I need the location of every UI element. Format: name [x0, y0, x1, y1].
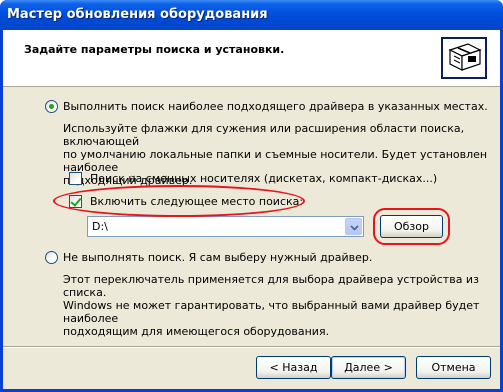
dialog-body: Задайте параметры поиска и установки. Вы…: [3, 30, 500, 389]
manual-radio-label[interactable]: Не выполнять поиск. Я сам выберу нужный …: [63, 251, 372, 264]
footer-separator: [3, 346, 500, 348]
manual-description-line: Windows не может гарантировать, что выбр…: [63, 299, 480, 325]
manual-description: Этот переключатель применяется для выбор…: [63, 273, 500, 338]
hardware-icon: [441, 37, 487, 79]
location-combobox[interactable]: D:\: [87, 216, 364, 237]
include-location-checkbox[interactable]: [69, 195, 82, 208]
manual-description-line: Этот переключатель применяется для выбор…: [63, 273, 479, 299]
location-dropdown-button[interactable]: [345, 218, 362, 235]
next-button[interactable]: Далее >: [331, 356, 406, 379]
chevron-down-icon: [350, 225, 359, 231]
search-radio[interactable]: [45, 100, 58, 113]
include-location-label[interactable]: Включить следующее место поиска:: [90, 195, 303, 208]
page-heading: Задайте параметры поиска и установки.: [24, 43, 285, 56]
search-description-line: по умолчанию локальные папки и съемные н…: [63, 148, 488, 174]
back-button[interactable]: < Назад: [256, 356, 331, 379]
removable-media-checkbox[interactable]: [69, 172, 82, 185]
cancel-button[interactable]: Отмена: [416, 356, 491, 379]
window-title: Мастер обновления оборудования: [7, 7, 268, 22]
search-radio-label[interactable]: Выполнить поиск наиболее подходящего дра…: [63, 100, 488, 113]
wizard-window: Мастер обновления оборудования Задайте п…: [0, 0, 503, 392]
browse-button[interactable]: Обзор: [380, 215, 443, 238]
manual-description-line: подходящим для имеющегося оборудования.: [63, 325, 330, 338]
manual-radio[interactable]: [45, 251, 58, 264]
title-bar[interactable]: Мастер обновления оборудования: [0, 0, 503, 30]
search-description-line: Используйте флажки для сужения или расши…: [63, 122, 465, 148]
wizard-header: Задайте параметры поиска и установки.: [3, 30, 500, 87]
removable-media-label[interactable]: Поиск на сменных носителях (дискетах, ко…: [90, 172, 437, 185]
location-value[interactable]: D:\: [92, 220, 108, 233]
